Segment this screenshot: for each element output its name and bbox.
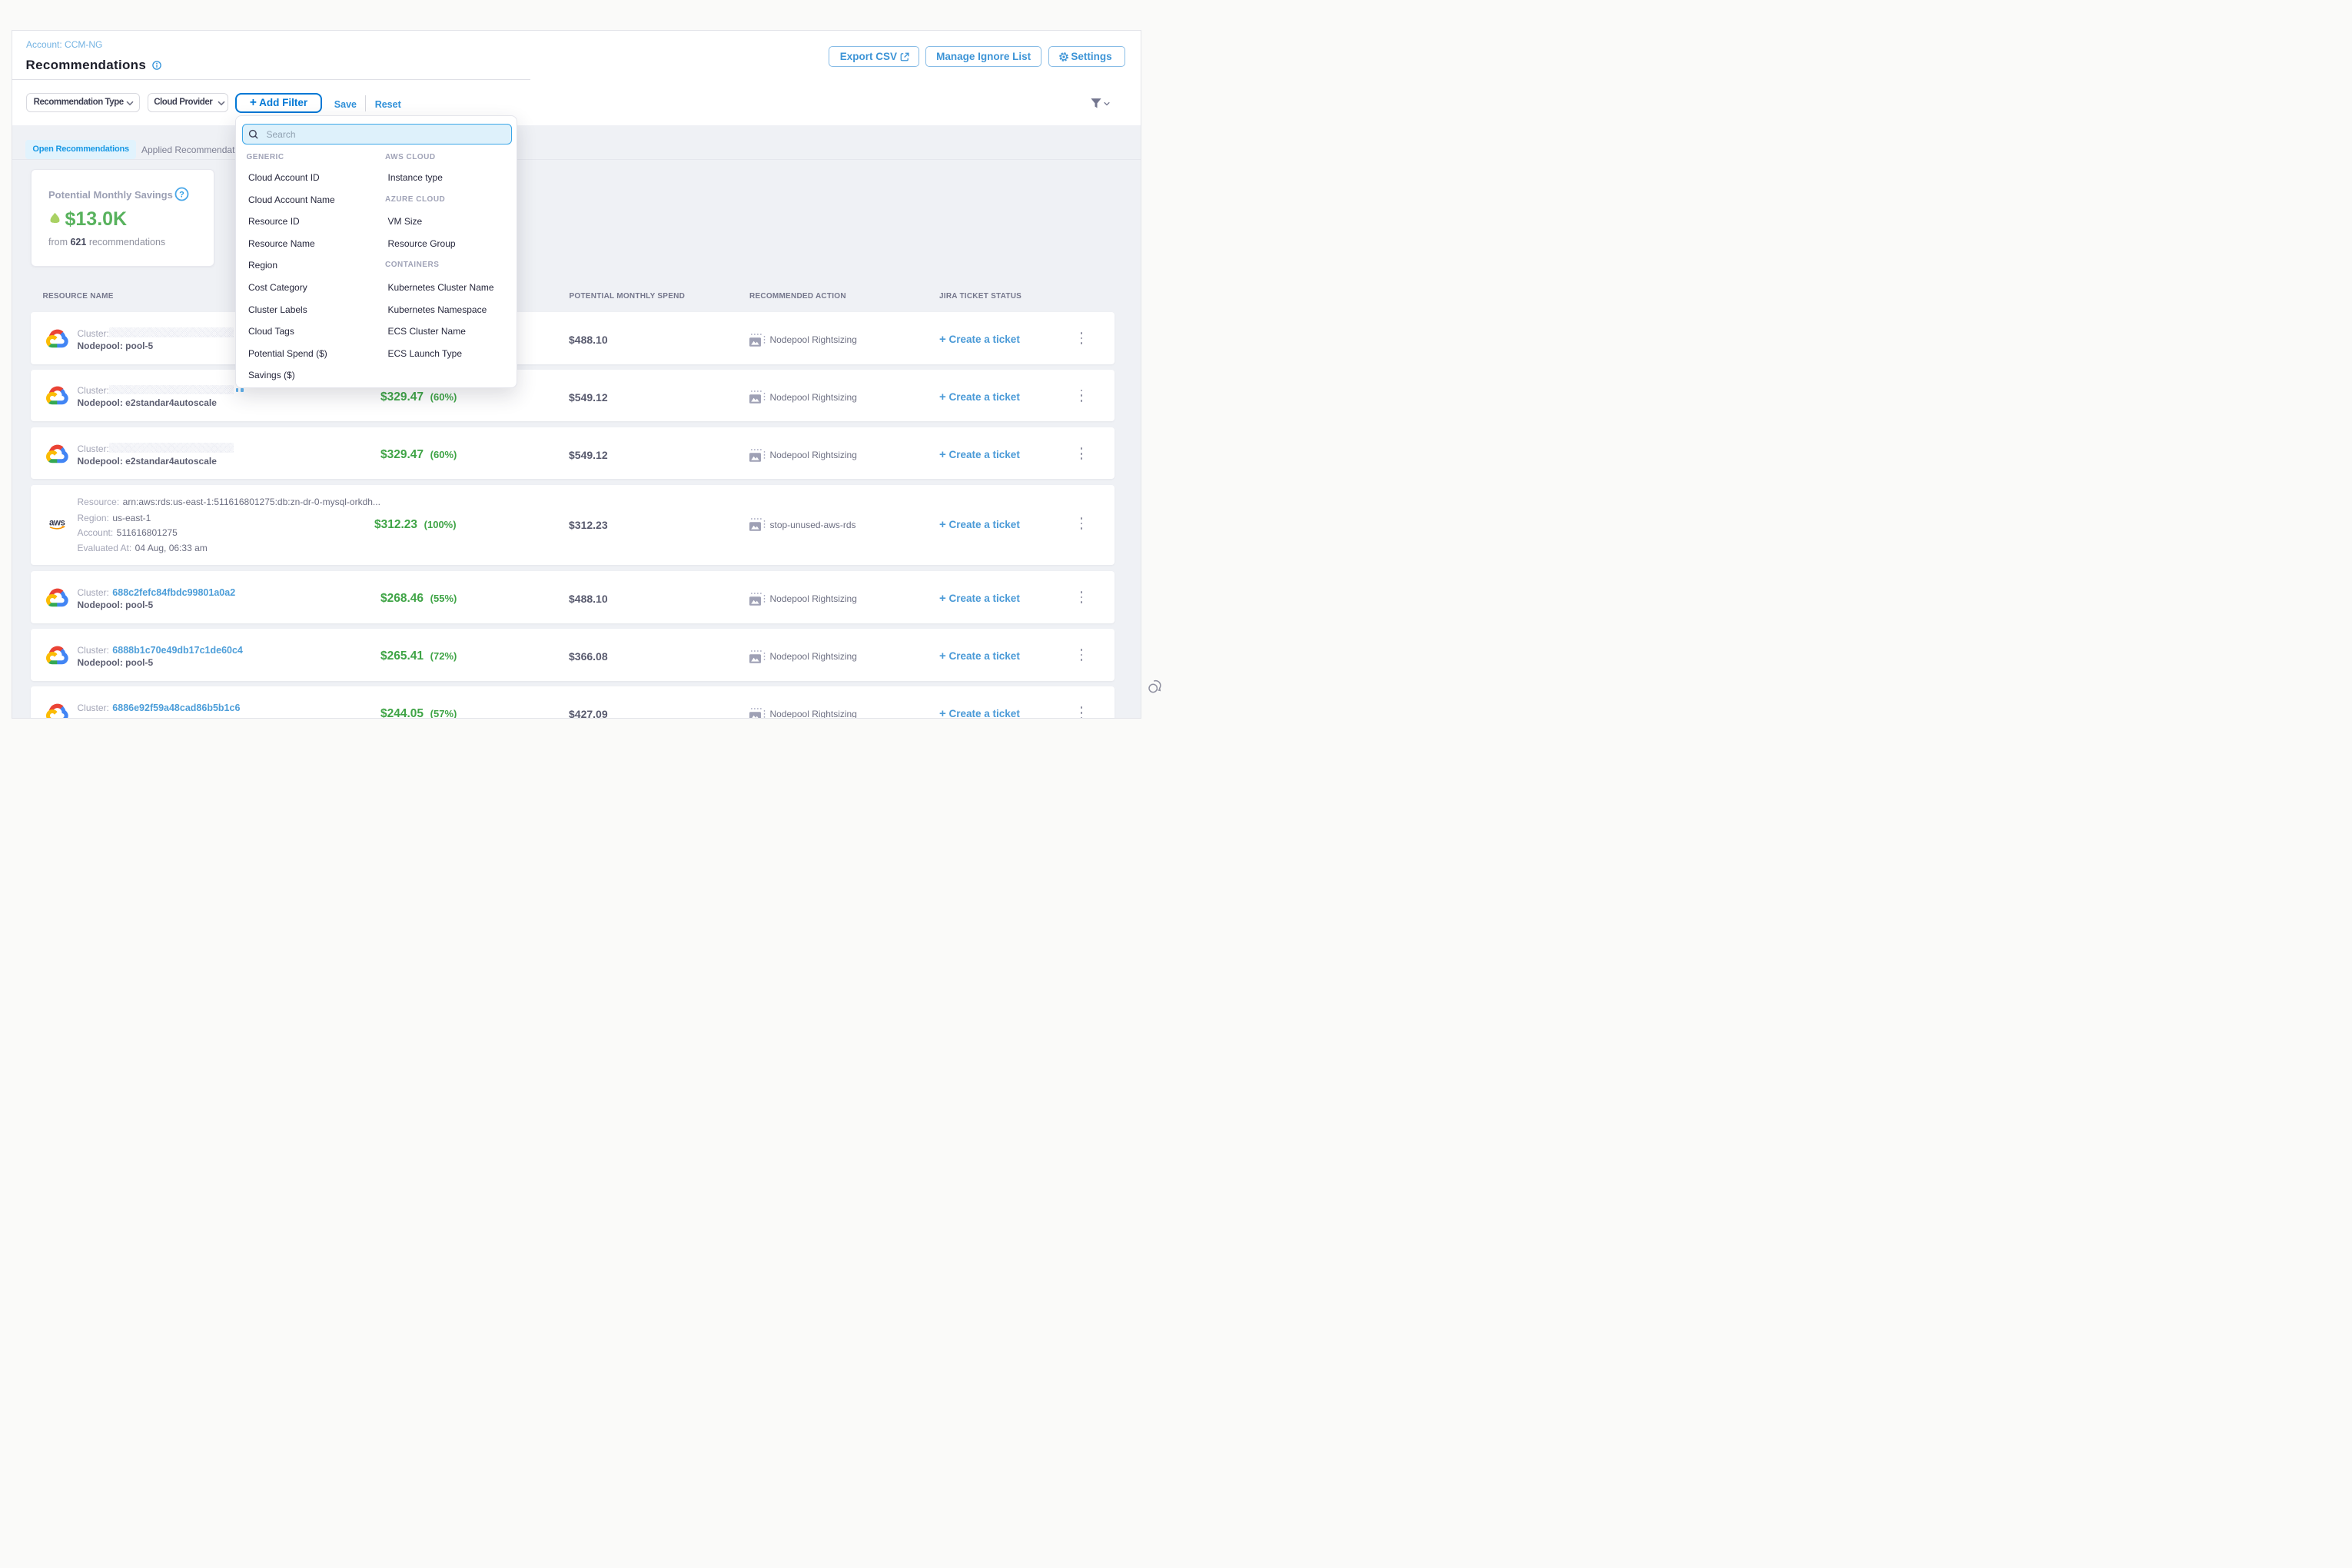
svg-text:?: ? [179, 190, 184, 199]
